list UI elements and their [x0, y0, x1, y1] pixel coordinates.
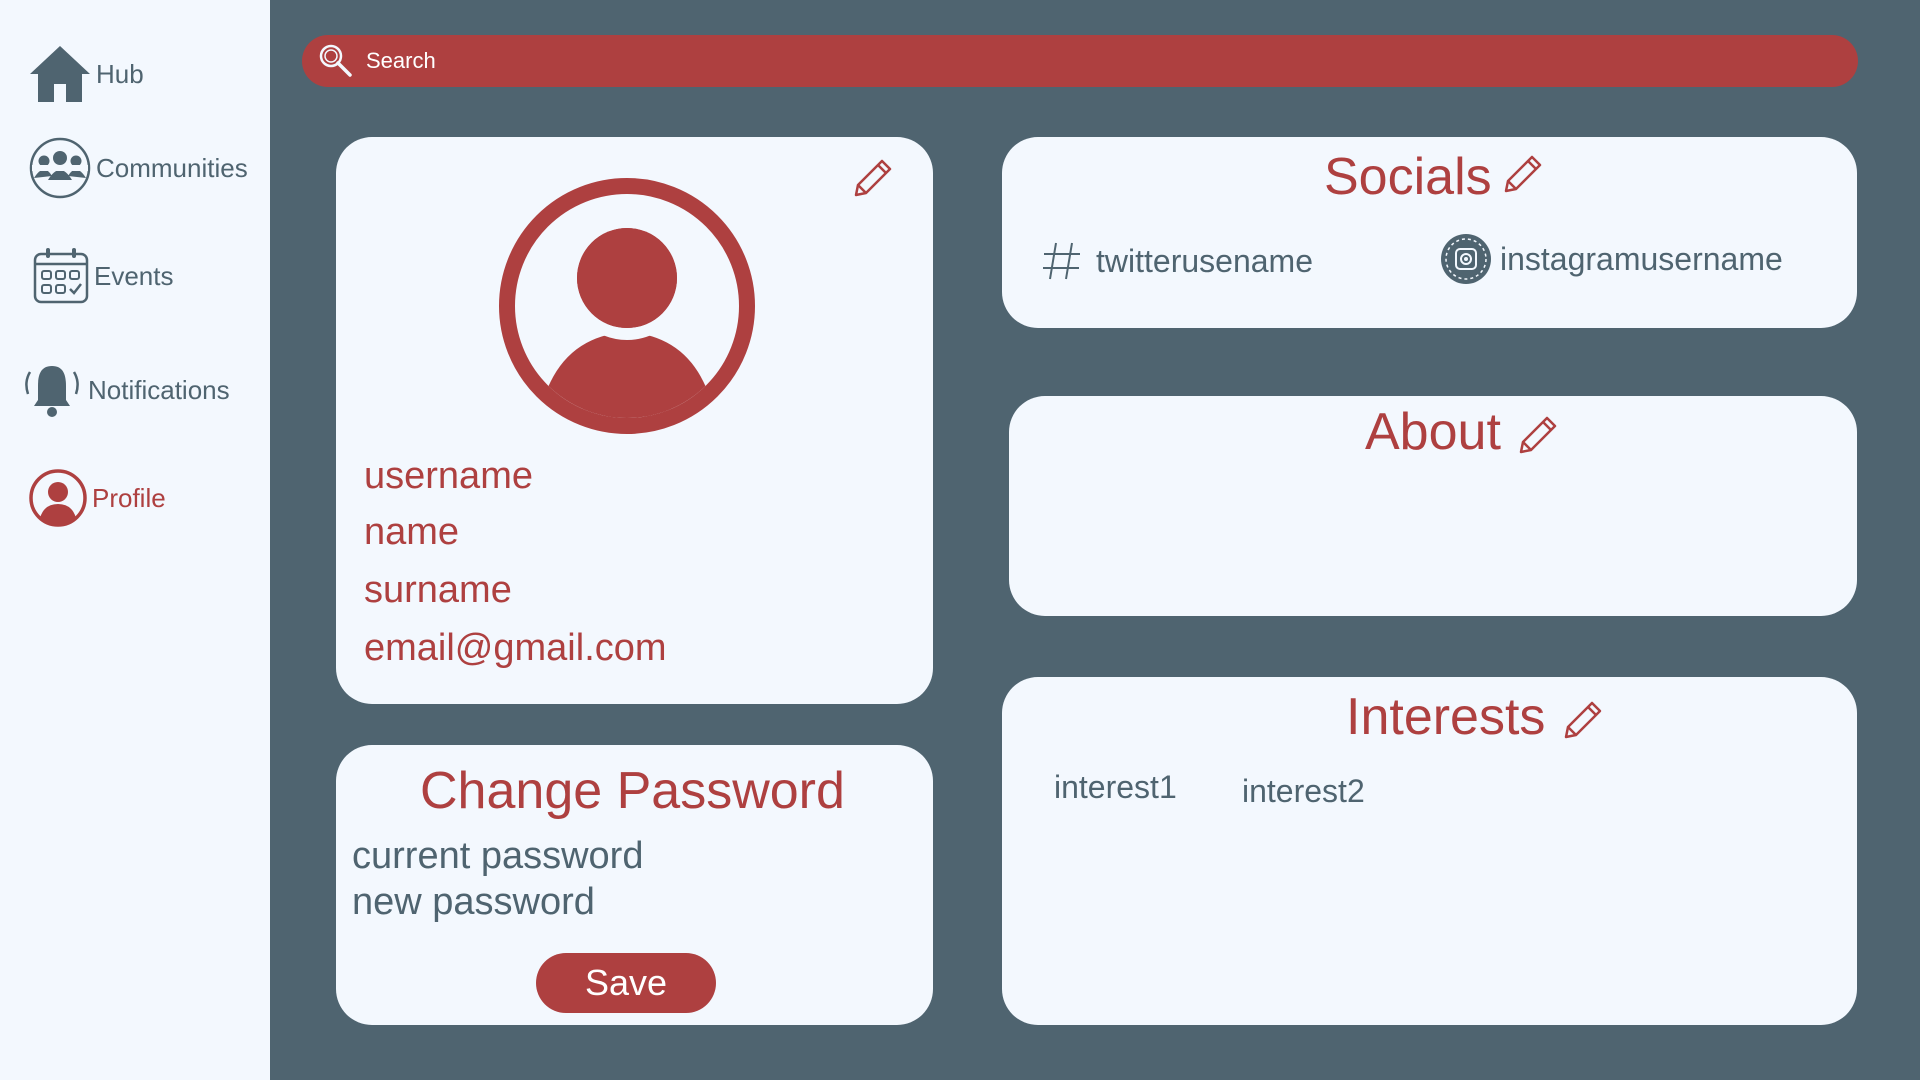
calendar-icon — [32, 246, 90, 306]
user-icon — [28, 468, 88, 528]
sidebar-item-label: Communities — [96, 152, 248, 183]
twitter-username: twitterusename — [1096, 242, 1313, 279]
change-password-card: Change Password current password new pas… — [336, 745, 933, 1025]
sidebar-item-hub[interactable]: Hub — [28, 44, 144, 104]
pencil-icon[interactable] — [1498, 151, 1546, 204]
profile-email: email@gmail.com — [364, 627, 667, 669]
interest-item[interactable]: interest1 — [1054, 769, 1177, 806]
people-icon — [28, 136, 92, 200]
profile-card: username name surname email@gmail.com — [336, 137, 933, 704]
pencil-icon[interactable] — [848, 155, 896, 208]
sidebar-item-label: Profile — [92, 482, 166, 513]
profile-username: username — [364, 455, 533, 497]
socials-title: Socials — [1324, 148, 1492, 206]
current-password-field[interactable]: current password — [352, 835, 643, 878]
change-password-title: Change Password — [420, 762, 845, 820]
sidebar-item-notifications[interactable]: Notifications — [20, 360, 230, 420]
pencil-icon[interactable] — [1513, 412, 1561, 465]
save-button[interactable]: Save — [536, 953, 716, 1013]
instagram-icon — [1440, 233, 1492, 285]
sidebar-item-communities[interactable]: Communities — [28, 136, 248, 200]
profile-surname: surname — [364, 569, 512, 611]
pencil-icon[interactable] — [1558, 697, 1606, 750]
hashtag-icon — [1040, 239, 1084, 283]
bell-icon — [20, 360, 84, 420]
instagram-link[interactable]: instagramusername — [1440, 233, 1783, 285]
home-icon — [28, 44, 92, 104]
profile-name: name — [364, 511, 460, 553]
search-bar — [302, 35, 1858, 87]
sidebar-item-profile[interactable]: Profile — [28, 468, 166, 528]
about-title: About — [1365, 403, 1501, 461]
sidebar-item-label: Events — [94, 260, 174, 291]
interests-card: Interests interest1 interest2 — [1002, 677, 1857, 1025]
sidebar: Hub Communities Events Notifications Pro… — [0, 0, 270, 1080]
socials-card: Socials twitterusename instagramusername — [1002, 137, 1857, 328]
interests-title: Interests — [1346, 688, 1546, 746]
about-card: About — [1009, 396, 1857, 616]
sidebar-item-label: Hub — [96, 58, 144, 89]
sidebar-item-label: Notifications — [88, 374, 230, 405]
search-icon — [316, 41, 356, 81]
instagram-username: instagramusername — [1500, 240, 1783, 277]
avatar — [498, 177, 756, 440]
interest-item[interactable]: interest2 — [1242, 773, 1365, 810]
new-password-field[interactable]: new password — [352, 881, 595, 924]
search-input[interactable] — [364, 47, 1768, 75]
sidebar-item-events[interactable]: Events — [32, 246, 174, 306]
twitter-link[interactable]: twitterusename — [1040, 239, 1313, 283]
